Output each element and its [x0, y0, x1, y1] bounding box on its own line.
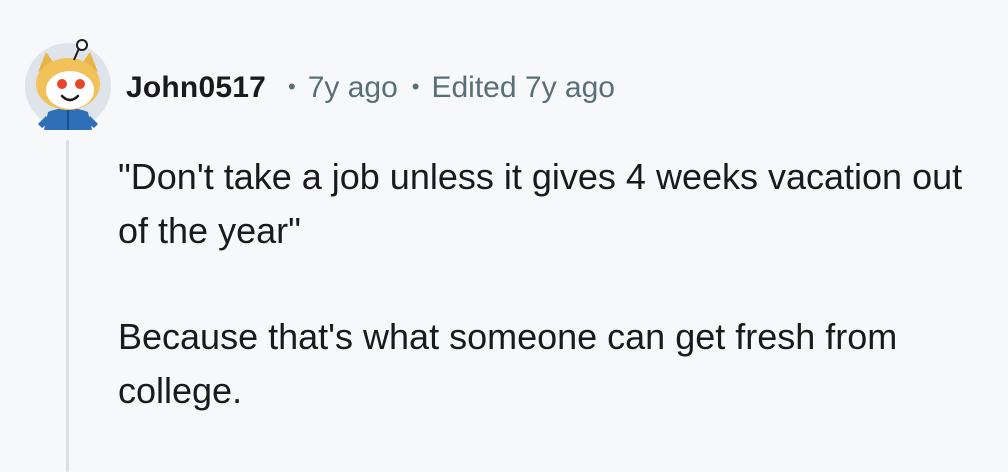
snoo-avatar-icon [25, 39, 111, 130]
comment: John0517 • 7y ago • Edited 7y ago "Don't… [0, 0, 1008, 472]
thread-line[interactable] [66, 140, 69, 472]
comment-body: "Don't take a job unless it gives 4 week… [118, 150, 988, 418]
meta-separator: • [411, 74, 420, 99]
comment-paragraph: Because that's what someone can get fres… [118, 316, 898, 411]
author-username[interactable]: John0517 [126, 71, 266, 105]
avatar[interactable] [24, 38, 112, 130]
meta-separator: • [288, 74, 296, 99]
comment-timestamp[interactable]: 7y ago [308, 71, 398, 105]
edited-label: Edited 7y ago [431, 71, 615, 104]
comment-paragraph: "Don't take a job unless it gives 4 week… [118, 156, 963, 251]
comment-meta: John0517 • 7y ago • Edited 7y ago [126, 66, 615, 110]
